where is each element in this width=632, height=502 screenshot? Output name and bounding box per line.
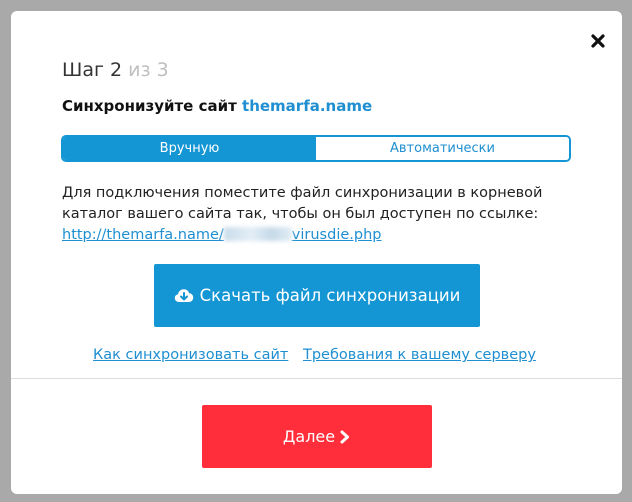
chevron-right-icon	[339, 430, 351, 444]
step-indicator: Шаг 2 из 3	[62, 59, 169, 81]
sync-mode-tabs: Вручную Автоматически	[61, 135, 571, 162]
next-button[interactable]: Далее	[202, 405, 432, 468]
step-total: из 3	[128, 59, 169, 81]
download-button-label: Скачать файл синхронизации	[199, 286, 461, 305]
footer-divider	[11, 378, 622, 379]
subtitle-text: Синхронизуйте сайт	[62, 97, 237, 115]
step-current: Шаг 2	[62, 59, 123, 81]
tab-automatic[interactable]: Автоматически	[316, 137, 569, 160]
close-icon[interactable]	[589, 32, 607, 50]
cloud-download-icon	[174, 288, 194, 304]
instructions: Для подключения поместите файл синхрониз…	[62, 183, 582, 246]
next-button-label: Далее	[282, 427, 336, 446]
redacted-token	[223, 227, 292, 241]
server-requirements-link[interactable]: Требования к вашему серверу	[303, 347, 536, 363]
how-to-sync-link[interactable]: Как синхронизовать сайт	[93, 347, 288, 363]
tab-manual[interactable]: Вручную	[63, 137, 316, 160]
sync-dialog: Шаг 2 из 3 Синхронизуйте сайт themarfa.n…	[11, 11, 622, 494]
sync-link-suffix: virusdie.php	[291, 227, 382, 243]
dialog-subtitle: Синхронизуйте сайт themarfa.name	[62, 97, 372, 115]
sync-file-link[interactable]: http://themarfa.name/virusdie.php	[62, 227, 381, 243]
download-sync-file-button[interactable]: Скачать файл синхронизации	[154, 264, 480, 327]
site-name: themarfa.name	[242, 97, 373, 115]
instructions-text: Для подключения поместите файл синхрониз…	[62, 185, 543, 222]
sync-link-prefix: http://themarfa.name/	[62, 227, 224, 243]
